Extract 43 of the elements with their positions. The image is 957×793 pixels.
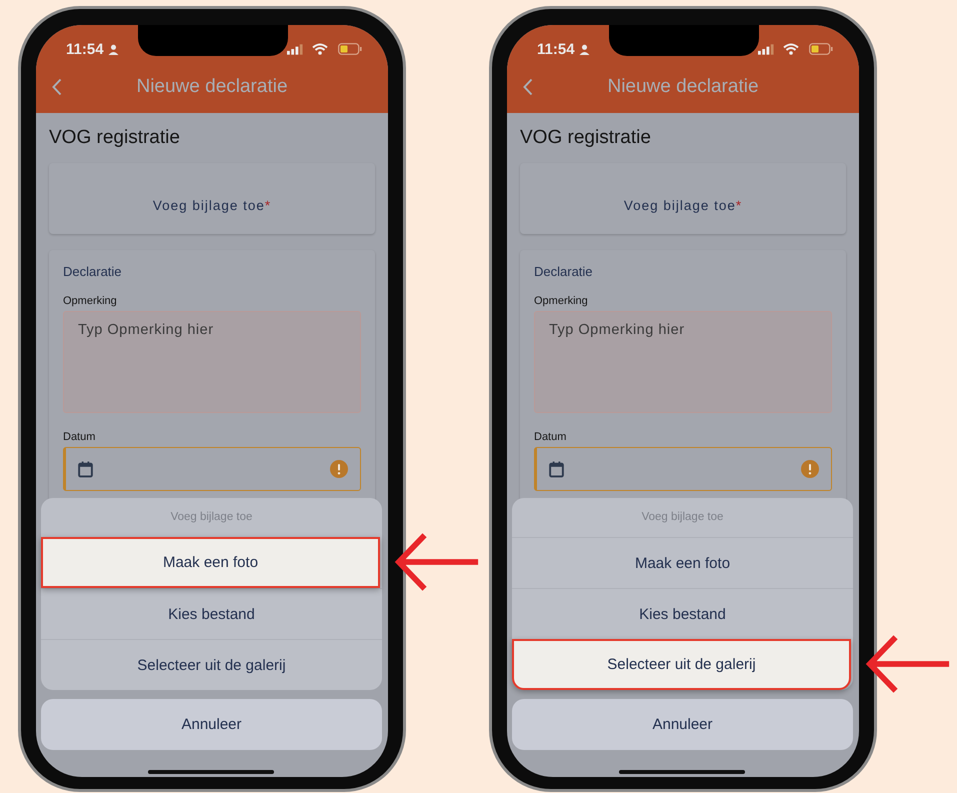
calendar-icon xyxy=(78,460,93,478)
section-title: VOG registratie xyxy=(520,127,652,149)
date-field[interactable] xyxy=(534,447,832,491)
wifi-icon xyxy=(312,43,328,55)
sheet-option[interactable]: Maak een foto xyxy=(512,537,853,588)
battery-icon xyxy=(338,43,362,55)
arrow-icon xyxy=(394,531,480,593)
field-label: Datum xyxy=(63,431,96,443)
cancel-button[interactable]: Annuleer xyxy=(512,699,853,750)
warning-icon xyxy=(330,460,348,478)
wifi-icon xyxy=(783,43,799,55)
screen-title: Nieuwe declaratie xyxy=(606,76,760,98)
attachment-button[interactable]: Voeg bijlage toe* xyxy=(520,163,846,234)
status-time: 11:54 xyxy=(537,40,575,58)
battery-icon xyxy=(809,43,833,55)
field-label: Opmerking xyxy=(534,295,589,307)
calendar-icon xyxy=(549,460,564,478)
screen-title: Nieuwe declaratie xyxy=(135,76,289,98)
sheet-option[interactable]: Maak een foto xyxy=(41,537,380,588)
signal-icon xyxy=(287,44,304,54)
sheet-option[interactable]: Selecteer uit de galerij xyxy=(41,639,382,690)
card-title: Declaratie xyxy=(534,264,594,279)
field-label: Datum xyxy=(534,431,568,443)
signal-icon xyxy=(758,44,775,54)
field-label: Opmerking xyxy=(63,295,118,307)
person-icon xyxy=(108,44,119,54)
person-icon xyxy=(578,44,590,54)
sheet-option[interactable]: Selecteer uit de galerij xyxy=(512,639,851,690)
card-title: Declaratie xyxy=(63,264,123,279)
sheet-option[interactable]: Kies bestand xyxy=(41,588,382,639)
status-time: 11:54 xyxy=(66,40,104,58)
date-field[interactable] xyxy=(63,447,361,491)
remark-field[interactable]: Typ Opmerking hier xyxy=(534,311,832,413)
back-icon[interactable] xyxy=(523,78,533,96)
arrow-icon xyxy=(865,633,951,695)
remark-field[interactable]: Typ Opmerking hier xyxy=(63,311,361,413)
back-icon[interactable] xyxy=(52,78,62,96)
cancel-button[interactable]: Annuleer xyxy=(41,699,382,750)
attachment-button[interactable]: Voeg bijlage toe* xyxy=(49,163,375,234)
sheet-title: Voeg bijlage toe xyxy=(640,510,724,525)
section-title: VOG registratie xyxy=(49,127,181,149)
sheet-title: Voeg bijlage toe xyxy=(170,510,254,525)
warning-icon xyxy=(801,460,819,478)
